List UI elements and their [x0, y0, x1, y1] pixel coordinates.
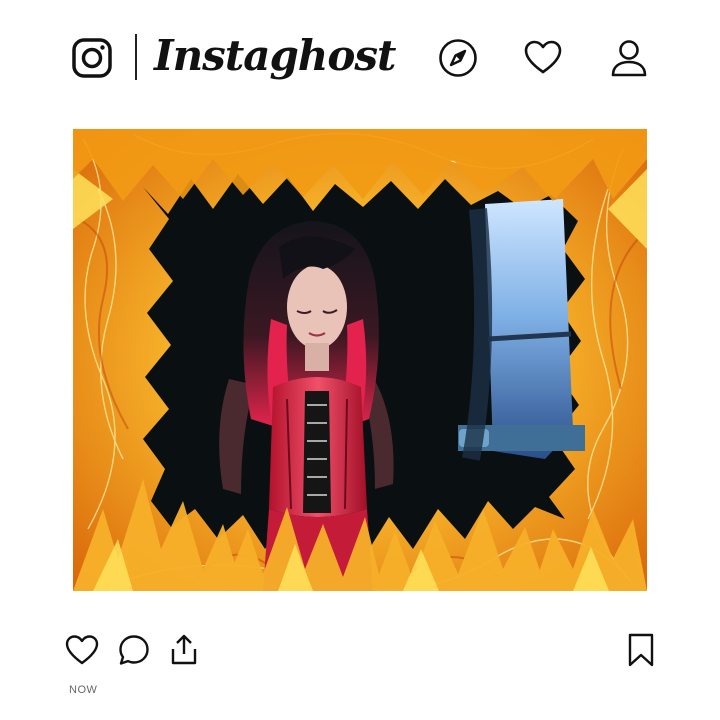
brand-name: Instaghost: [154, 31, 396, 80]
compass-icon[interactable]: [437, 37, 479, 79]
heart-icon[interactable]: [522, 37, 564, 79]
post-timestamp: NOW: [69, 684, 98, 696]
fire-frame-photo: [73, 129, 647, 591]
app-header: Instaghost: [0, 0, 720, 120]
instagram-icon[interactable]: [72, 38, 112, 78]
share-icon[interactable]: [166, 632, 202, 668]
header-divider: [135, 34, 137, 80]
comment-icon[interactable]: [116, 632, 152, 668]
profile-icon[interactable]: [608, 37, 650, 79]
post-actions: NOW: [0, 620, 720, 720]
bookmark-icon[interactable]: [624, 632, 658, 668]
post-image[interactable]: [73, 129, 647, 591]
like-icon[interactable]: [64, 632, 100, 668]
